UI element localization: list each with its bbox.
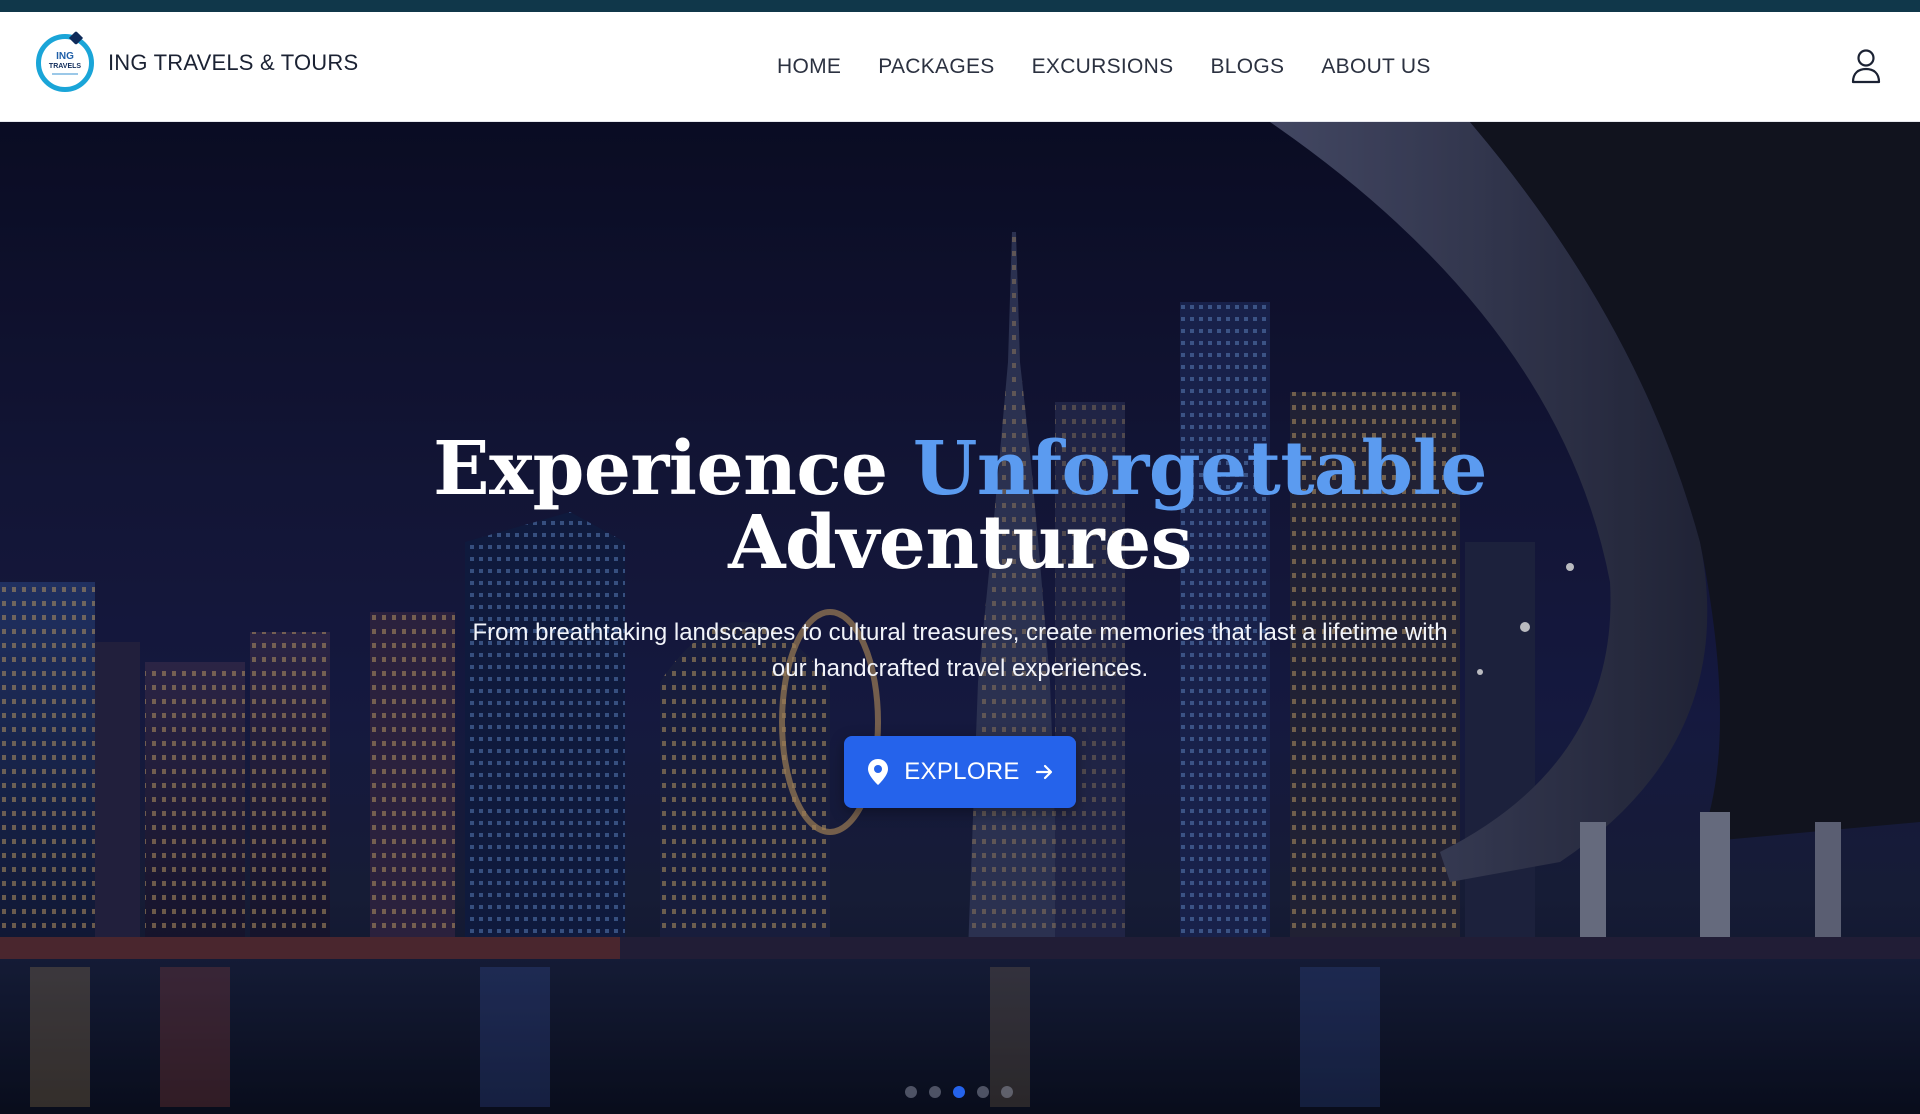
brand-logo[interactable]: ING TRAVELS: [36, 30, 94, 92]
carousel-dot-4[interactable]: [977, 1086, 989, 1098]
logo-underline: [52, 72, 78, 75]
explore-label: EXPLORE: [904, 758, 1020, 785]
headline-line2: Adventures: [728, 500, 1192, 586]
nav-excursions[interactable]: EXCURSIONS: [1032, 55, 1174, 79]
main-nav: HOME PACKAGES EXCURSIONS BLOGS ABOUT US: [777, 12, 1431, 122]
arrow-right-icon: [1035, 764, 1052, 780]
explore-button[interactable]: EXPLORE: [844, 736, 1076, 808]
hero-section: Experience Unforgettable Adventures From…: [0, 122, 1920, 1114]
user-icon[interactable]: [1850, 48, 1882, 84]
carousel-dot-1[interactable]: [905, 1086, 917, 1098]
carousel-dot-2[interactable]: [929, 1086, 941, 1098]
hero-subtext: From breathtaking landscapes to cultural…: [472, 619, 1448, 682]
carousel-dot-3[interactable]: [953, 1086, 965, 1098]
brand-name[interactable]: ING TRAVELS & TOURS: [108, 50, 358, 76]
logo-text-travels: TRAVELS: [48, 62, 82, 70]
carousel-dot-5[interactable]: [1001, 1086, 1013, 1098]
nav-about-us[interactable]: ABOUT US: [1321, 55, 1430, 79]
plane-icon: [68, 30, 84, 46]
map-pin-icon: [868, 759, 889, 785]
hero-headline: Experience Unforgettable Adventures: [0, 432, 1920, 580]
nav-blogs[interactable]: BLOGS: [1210, 55, 1284, 79]
logo-text-ing: ING: [56, 50, 74, 62]
top-strip: [0, 0, 1920, 12]
nav-home[interactable]: HOME: [777, 55, 841, 79]
brand[interactable]: ING TRAVELS ING TRAVELS & TOURS: [36, 30, 358, 92]
nav-packages[interactable]: PACKAGES: [878, 55, 994, 79]
carousel-dots: [905, 1086, 1025, 1098]
